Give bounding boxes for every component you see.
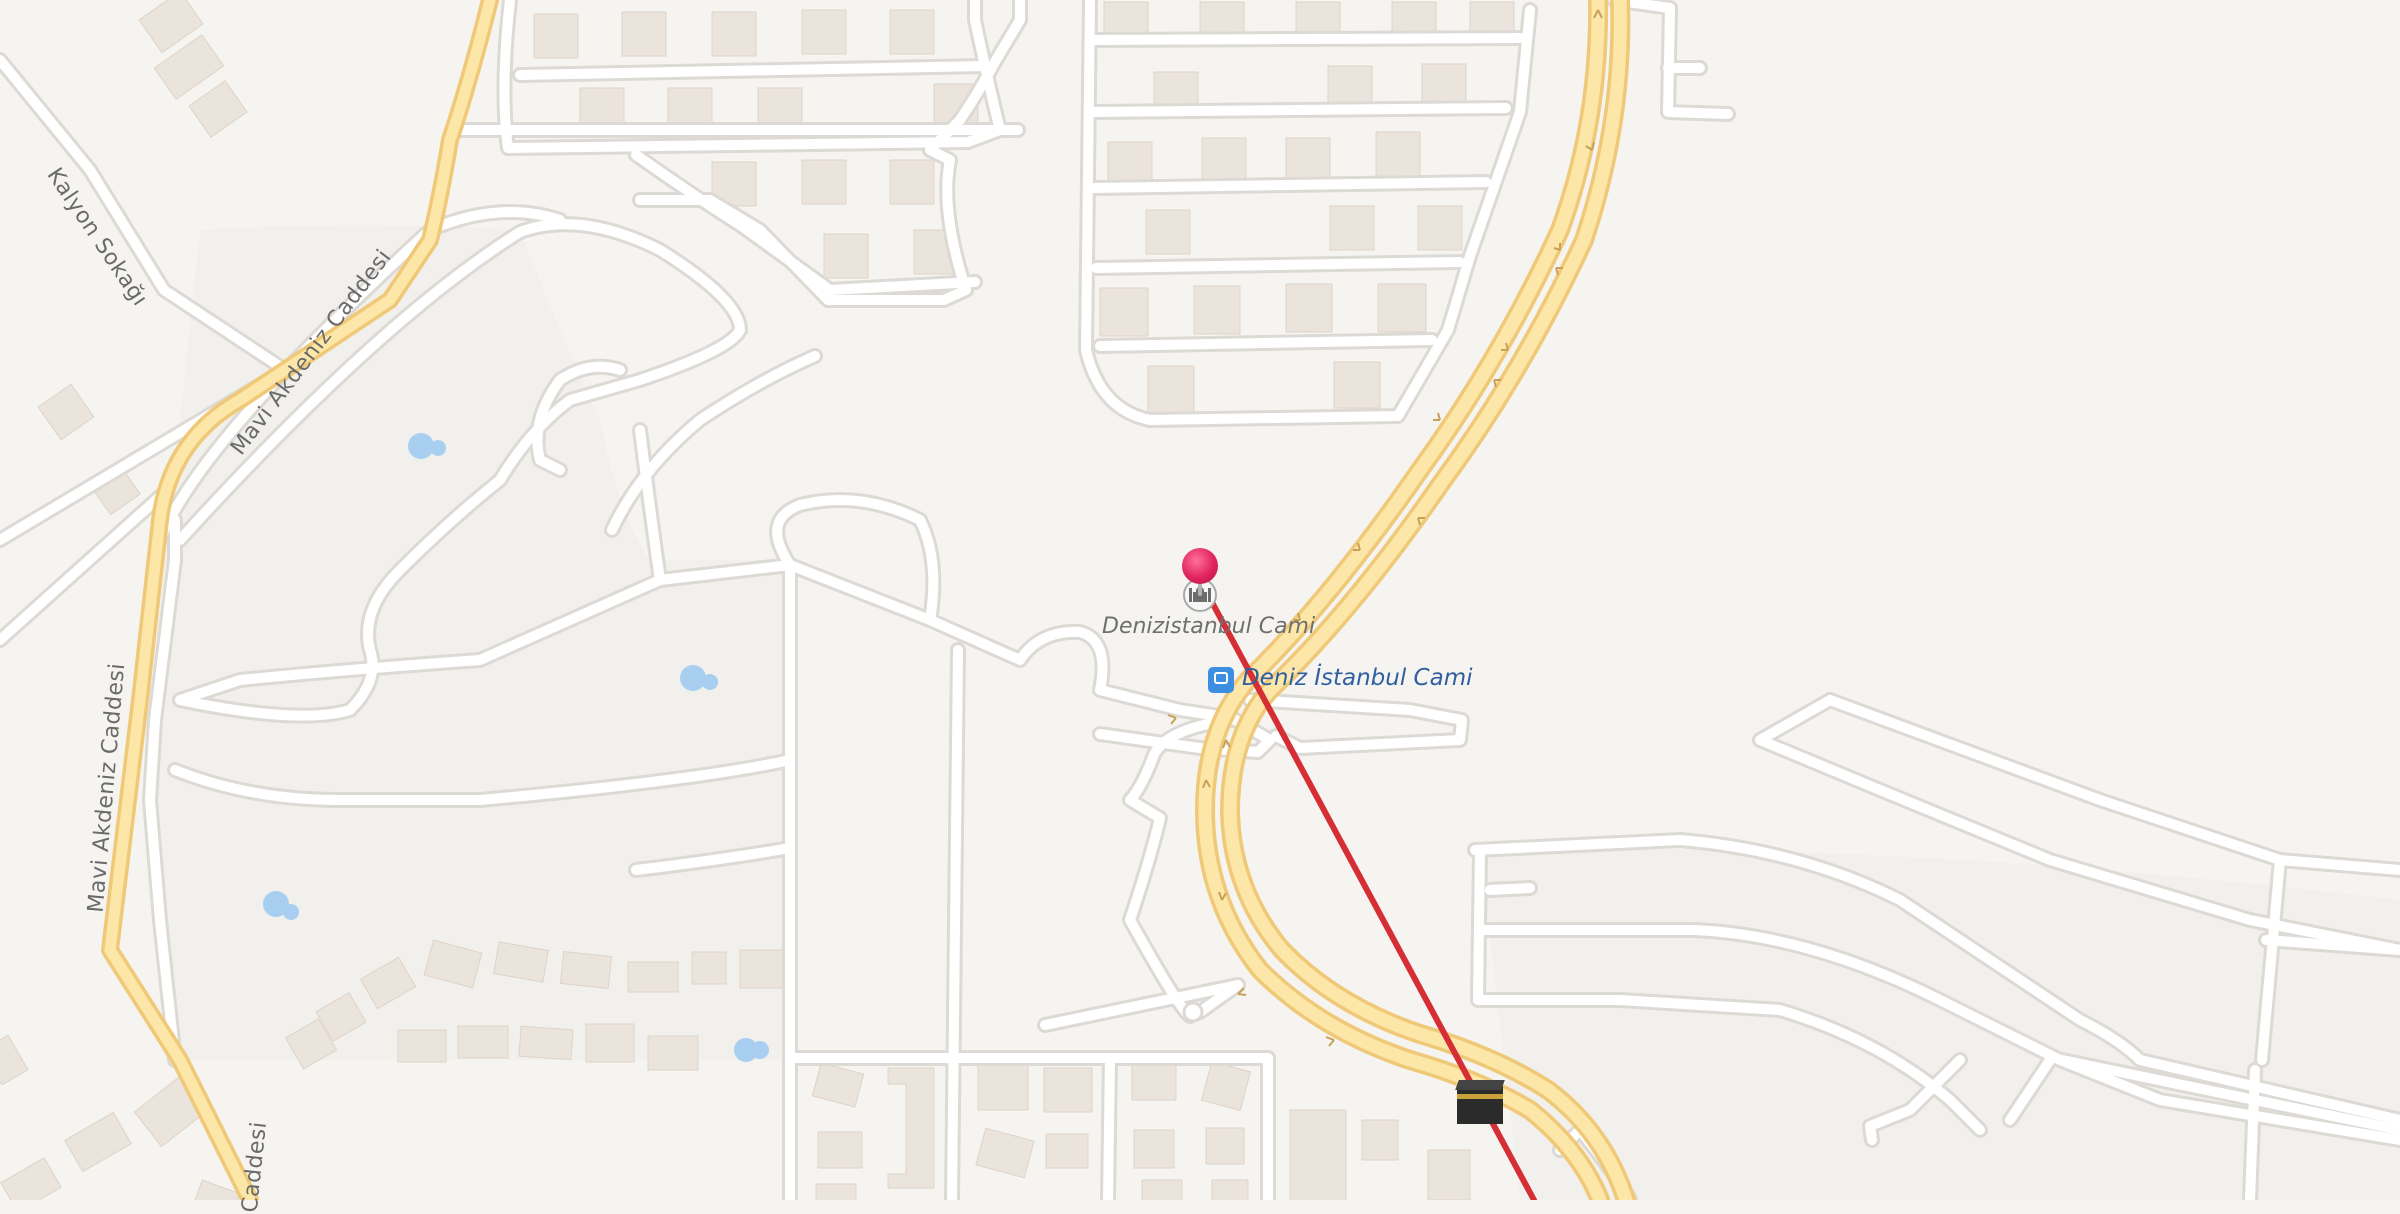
map-canvas[interactable]: Kalyon Sokağı Mavi Akdeniz Caddesi Mavi … xyxy=(0,0,2400,1214)
kaaba-icon[interactable] xyxy=(1455,1078,1505,1126)
bus-stop-icon[interactable] xyxy=(1208,667,1234,693)
location-pin-icon[interactable] xyxy=(1182,548,1218,596)
